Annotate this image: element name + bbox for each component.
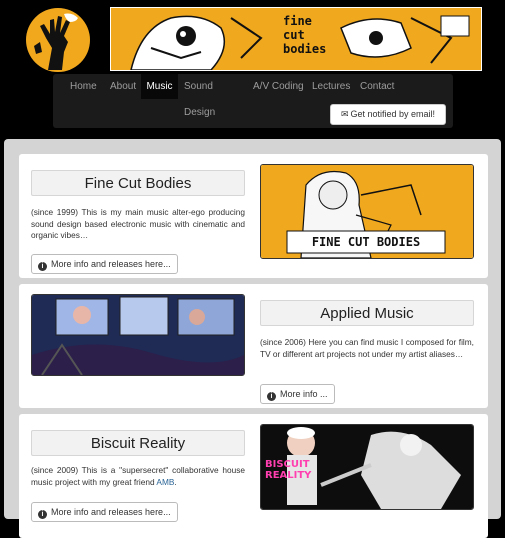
- card-description: (since 1999) This is my main music alter…: [31, 207, 245, 240]
- project-card-fine-cut-bodies: Fine Cut Bodies (since 1999) This is my …: [19, 154, 488, 278]
- nav-item-sound-design[interactable]: Sound Design: [184, 74, 246, 118]
- banner-title: fine cut bodies: [283, 14, 327, 56]
- description-text: (since 2009) This is a "supersecret" col…: [31, 465, 245, 487]
- more-info-label: More info and releases here...: [51, 507, 171, 517]
- nav-item-about[interactable]: About: [110, 74, 140, 99]
- info-icon: i: [38, 262, 47, 271]
- more-info-label: More info ...: [280, 389, 328, 399]
- notify-email-label: Get notified by email!: [350, 109, 436, 119]
- card-title[interactable]: Applied Music: [260, 300, 474, 326]
- site-logo[interactable]: [26, 8, 90, 72]
- main-navbar: Home About Music Sound Design A/V Coding…: [53, 74, 453, 128]
- project-card-biscuit-reality: Biscuit Reality (since 2009) This is a "…: [19, 414, 488, 538]
- applied-music-artwork: [32, 295, 244, 375]
- applied-music-image[interactable]: [31, 294, 245, 376]
- nav-item-home[interactable]: Home: [70, 74, 100, 99]
- more-info-button[interactable]: i More info ...: [260, 384, 335, 404]
- notify-email-button[interactable]: ✉ Get notified by email!: [330, 104, 446, 125]
- nav-item-lectures[interactable]: Lectures: [312, 74, 352, 99]
- fine-cut-bodies-image[interactable]: FINE CUT BODIES: [260, 164, 474, 259]
- card-description: (since 2006) Here you can find music I c…: [260, 337, 474, 359]
- description-suffix: .: [174, 476, 177, 487]
- card-description: (since 2009) This is a "supersecret" col…: [31, 465, 245, 488]
- info-icon: i: [38, 510, 47, 519]
- main-content: Fine Cut Bodies (since 1999) This is my …: [4, 139, 501, 538]
- hand-logo-icon: [34, 13, 78, 70]
- amb-link[interactable]: AMB: [156, 477, 174, 487]
- nav-item-contact[interactable]: Contact: [360, 74, 400, 99]
- more-info-button[interactable]: i More info and releases here...: [31, 254, 178, 274]
- info-icon: i: [267, 392, 276, 401]
- more-info-label: More info and releases here...: [51, 259, 171, 269]
- header-banner: fine cut bodies: [110, 7, 482, 71]
- nav-item-av-coding[interactable]: A/V Coding: [253, 74, 305, 99]
- image-caption: BISCUIT REALITY: [265, 459, 312, 481]
- project-card-applied-music: Applied Music (since 2006) Here you can …: [19, 284, 488, 408]
- nav-item-music[interactable]: Music: [141, 74, 178, 99]
- card-title[interactable]: Fine Cut Bodies: [31, 170, 245, 196]
- more-info-button[interactable]: i More info and releases here...: [31, 502, 178, 522]
- image-caption: FINE CUT BODIES: [311, 235, 421, 249]
- envelope-icon: ✉: [340, 109, 349, 119]
- biscuit-reality-image[interactable]: BISCUIT REALITY: [260, 424, 474, 510]
- card-title[interactable]: Biscuit Reality: [31, 430, 245, 456]
